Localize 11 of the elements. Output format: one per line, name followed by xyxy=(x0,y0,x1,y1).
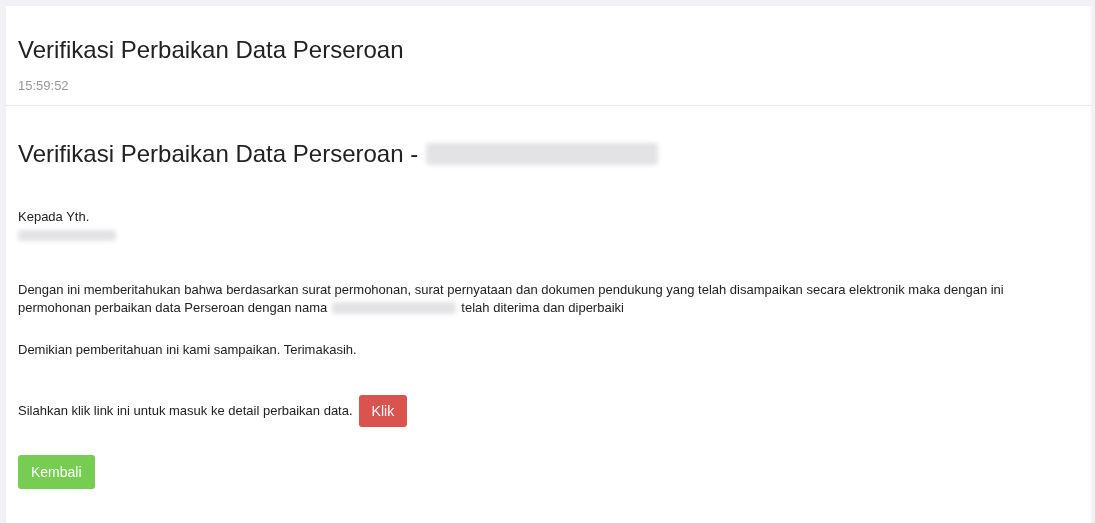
content-heading: Verifikasi Perbaikan Data Perseroan - xyxy=(18,140,419,168)
back-button[interactable]: Kembali xyxy=(18,455,95,489)
timestamp: 15:59:52 xyxy=(18,78,70,93)
klik-button[interactable]: Klik xyxy=(358,395,408,427)
link-prompt: Silahkan klik link ini untuk masuk ke detail perbaikan data. xyxy=(18,402,353,420)
paragraph-text: permohonan perbaikan data Perseroan dengan nama xyxy=(18,299,328,317)
paragraph-text: telah diterima dan diperbaiki xyxy=(461,299,624,317)
paragraph-text: Dengan ini memberitahukan bahwa berdasarkan surat permohonan, surat pernyataan dan dokumen pendukung yang telah disampaikan secara elektronik maka dengan ini xyxy=(18,282,1004,297)
page-title: Verifikasi Perbaikan Data Perseroan xyxy=(18,36,405,64)
salutation: Kepada Yth. xyxy=(18,209,90,224)
closing-text: Demikian pemberitahuan ini kami sampaikan. Terimakasih. xyxy=(18,342,357,357)
